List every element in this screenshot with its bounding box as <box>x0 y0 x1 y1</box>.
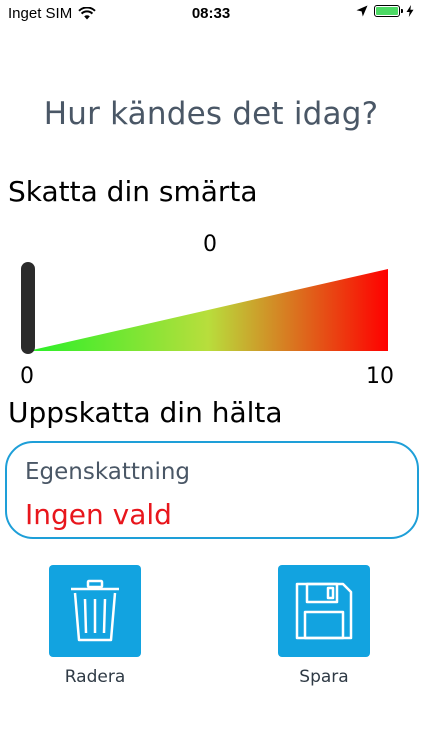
location-arrow-icon <box>356 5 368 17</box>
pain-scale-min-label: 0 <box>20 364 34 389</box>
pain-slider-value: 0 <box>203 232 217 257</box>
page-title: Hur kändes det idag? <box>43 96 379 132</box>
status-right <box>356 5 414 17</box>
status-bar: Inget SIM 08:33 <box>0 0 422 28</box>
pain-gradient-wedge <box>28 269 388 351</box>
delete-action[interactable]: Radera <box>49 565 141 687</box>
save-label: Spara <box>299 667 349 687</box>
self-assessment-value: Ingen vald <box>25 498 172 531</box>
save-action[interactable]: Spara <box>278 565 370 687</box>
self-assessment-select[interactable]: Egenskattning Ingen vald <box>5 441 419 539</box>
pain-scale-max-label: 10 <box>366 364 394 389</box>
battery-level <box>376 7 398 15</box>
trash-icon <box>71 579 119 642</box>
save-button[interactable] <box>278 565 370 657</box>
pain-section-title: Skatta din smärta <box>8 175 258 208</box>
pain-slider-track[interactable] <box>28 269 388 351</box>
floppy-disk-icon <box>295 582 353 640</box>
charging-bolt-icon <box>406 5 414 17</box>
limp-section-title: Uppskatta din hälta <box>8 396 283 429</box>
pain-slider[interactable] <box>0 255 422 355</box>
battery-icon <box>374 5 403 17</box>
pain-slider-handle[interactable] <box>21 262 35 354</box>
delete-button[interactable] <box>49 565 141 657</box>
self-assessment-label: Egenskattning <box>25 459 191 485</box>
delete-label: Radera <box>64 667 126 687</box>
